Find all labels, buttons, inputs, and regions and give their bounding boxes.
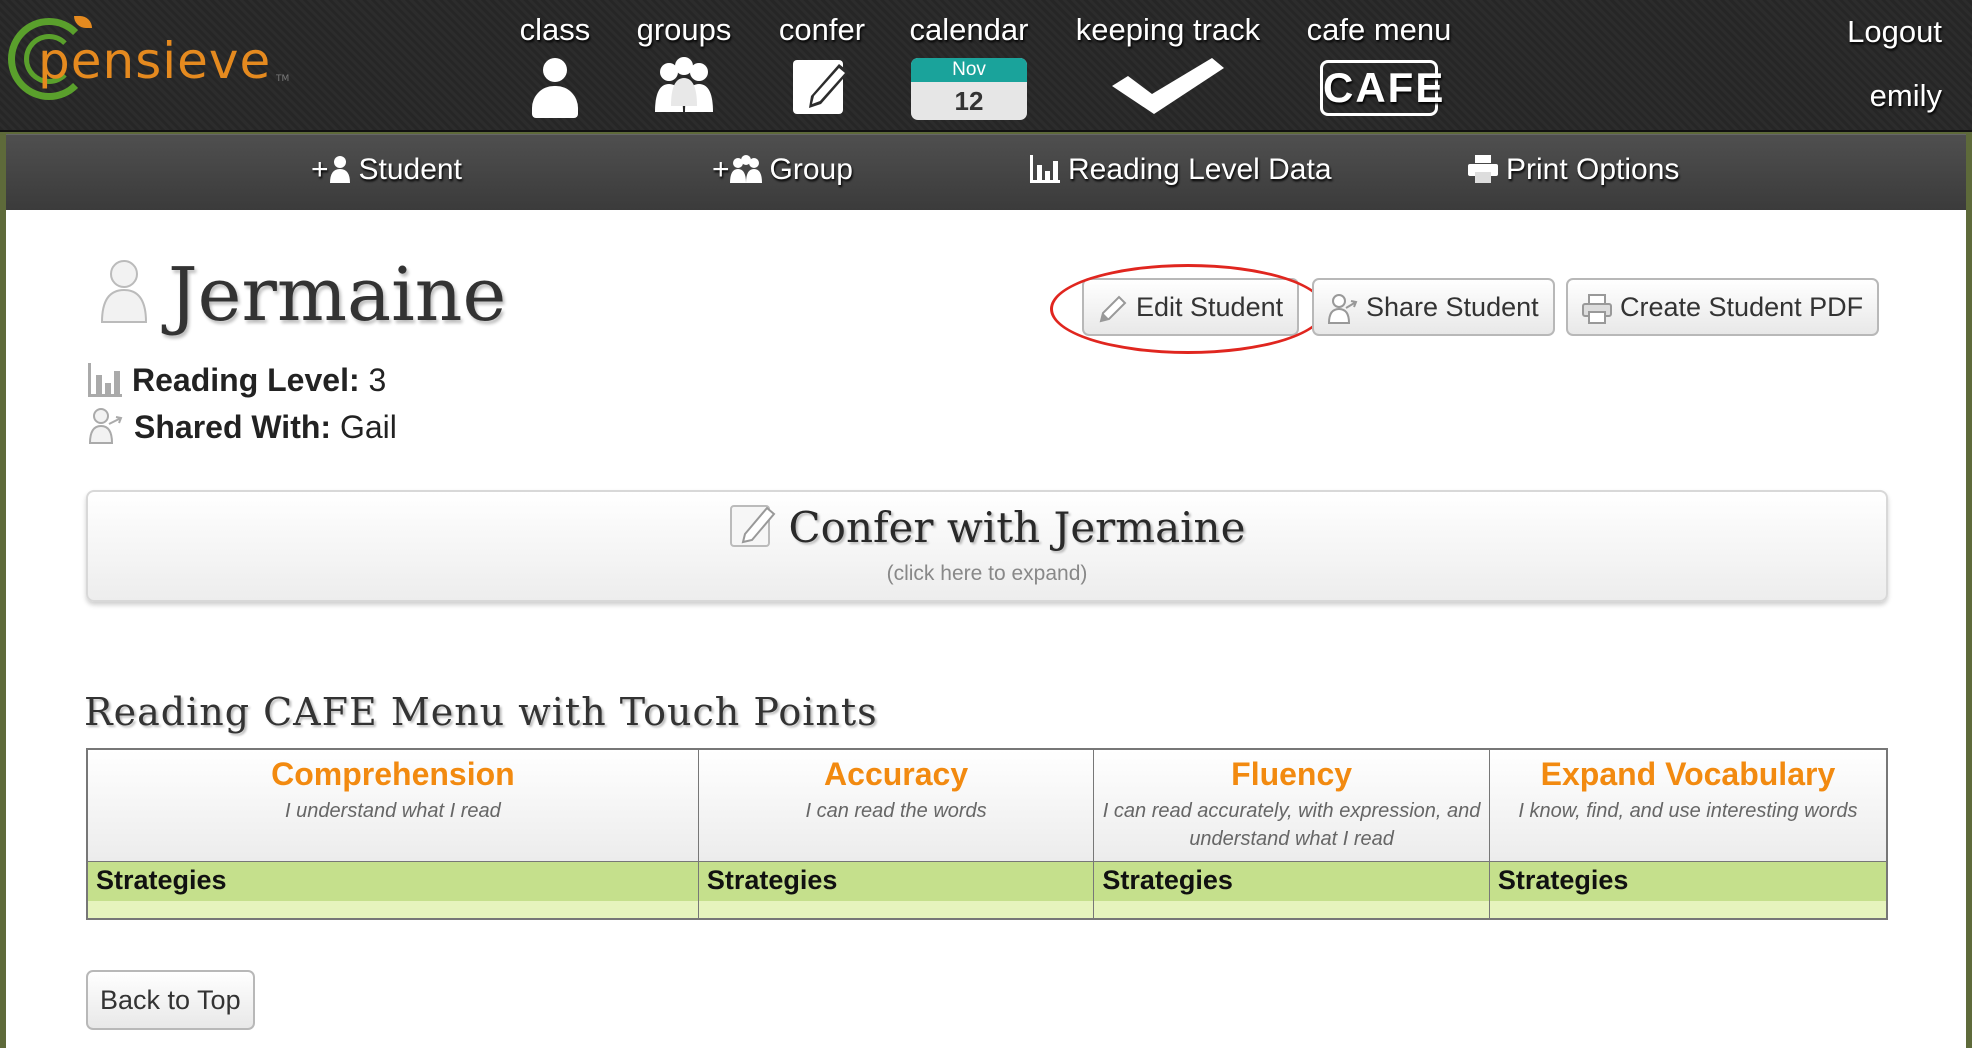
share-student-button[interactable]: Share Student xyxy=(1312,278,1555,336)
notepad-pencil-icon xyxy=(729,505,775,547)
cafe-category-subtitle: I can read the words xyxy=(805,800,987,822)
confer-title-text: Confer with Jermaine xyxy=(788,503,1246,552)
pensieve-logo[interactable]: pensieve TM xyxy=(8,14,298,110)
nav-groups-label: groups xyxy=(636,12,732,47)
shared-with-label: Shared With: xyxy=(134,409,332,445)
cafe-menu-table: Comprehension I understand what I read A… xyxy=(86,748,1888,920)
shared-with-value: Gail xyxy=(339,409,397,445)
cafe-category-subtitle: I know, find, and use interesting words xyxy=(1518,800,1858,822)
cafe-column-fluency[interactable]: Fluency I can read accurately, with expr… xyxy=(1093,748,1490,862)
calendar-icon: Nov 12 xyxy=(911,58,1027,120)
add-group-link[interactable]: + Group xyxy=(712,153,853,187)
add-student-label: Student xyxy=(358,153,462,186)
edit-student-button[interactable]: Edit Student xyxy=(1082,278,1300,336)
group-icon xyxy=(729,155,762,183)
plus-label: + xyxy=(712,153,730,186)
nav-cafe-menu-label: cafe menu xyxy=(1306,12,1452,47)
strategies-header: Strategies xyxy=(86,860,699,901)
print-options-label: Print Options xyxy=(1506,153,1680,186)
main-content: Jermaine Edit Student Share Student Crea… xyxy=(6,210,1966,1048)
logo-text: pensieve xyxy=(38,32,272,90)
confer-expand-hint: (click here to expand) xyxy=(886,562,1088,585)
logo-trademark: TM xyxy=(276,74,290,84)
nav-cafe-menu[interactable]: cafe menu CAFE xyxy=(1300,10,1458,116)
strategies-header: Strategies xyxy=(1488,860,1888,901)
cafe-icon: CAFE xyxy=(1320,60,1443,116)
back-to-top-button[interactable]: Back to Top xyxy=(86,970,255,1030)
strategies-list xyxy=(697,901,1095,920)
student-name-heading: Jermaine xyxy=(168,252,507,338)
cafe-category-title: Expand Vocabulary xyxy=(1540,756,1836,792)
cafe-category-subtitle: I can read accurately, with expression, … xyxy=(1102,800,1481,850)
share-student-label: Share Student xyxy=(1366,292,1539,322)
reading-level-data-label: Reading Level Data xyxy=(1068,153,1332,186)
current-user: emily xyxy=(1869,78,1942,113)
cafe-section-title: Reading CAFE Menu with Touch Points xyxy=(84,690,878,734)
nav-confer[interactable]: confer xyxy=(770,10,874,116)
cafe-column-comprehension[interactable]: Comprehension I understand what I read xyxy=(86,748,699,862)
notepad-pencil-icon xyxy=(793,60,849,114)
group-icon xyxy=(655,57,713,112)
add-student-link[interactable]: + Student xyxy=(311,153,462,187)
bar-chart-icon xyxy=(1030,155,1060,183)
edit-student-label: Edit Student xyxy=(1136,292,1284,322)
leaf-icon xyxy=(74,16,92,28)
confer-expand-panel[interactable]: Confer with Jermaine (click here to expa… xyxy=(86,490,1888,602)
create-student-pdf-button[interactable]: Create Student PDF xyxy=(1566,278,1880,336)
cafe-column-accuracy[interactable]: Accuracy I can read the words xyxy=(697,748,1095,862)
share-person-icon xyxy=(88,408,123,444)
printer-icon xyxy=(1468,155,1498,183)
plus-label: + xyxy=(311,153,329,186)
nav-confer-label: confer xyxy=(778,12,866,47)
reading-level-data-link[interactable]: Reading Level Data xyxy=(1030,153,1332,187)
confer-title: Confer with Jermaine xyxy=(88,502,1886,552)
print-options-link[interactable]: Print Options xyxy=(1468,153,1679,187)
nav-keeping-track[interactable]: keeping track xyxy=(1070,10,1266,116)
person-icon xyxy=(512,58,598,118)
strategies-header: Strategies xyxy=(697,860,1095,901)
cafe-badge-text: CAFE xyxy=(1323,64,1446,111)
nav-calendar[interactable]: calendar Nov 12 xyxy=(902,10,1036,120)
strategies-header: Strategies xyxy=(1093,860,1490,901)
person-icon xyxy=(329,156,350,183)
create-student-pdf-label: Create Student PDF xyxy=(1620,292,1864,322)
nav-class[interactable]: class xyxy=(512,10,598,118)
student-avatar-icon xyxy=(100,260,148,323)
checkmark-icon xyxy=(1112,58,1224,114)
cafe-category-title: Comprehension xyxy=(271,756,515,792)
share-person-icon xyxy=(1327,294,1358,324)
cafe-category-title: Accuracy xyxy=(824,756,969,792)
shared-with-row: Shared With: Gail xyxy=(88,406,397,446)
cafe-column-expand-vocabulary[interactable]: Expand Vocabulary I know, find, and use … xyxy=(1488,748,1888,862)
printer-icon xyxy=(1582,294,1612,324)
cafe-category-subtitle: I understand what I read xyxy=(285,800,501,822)
nav-calendar-label: calendar xyxy=(909,12,1029,47)
top-nav-bar: pensieve TM class groups confer calendar xyxy=(0,0,1972,132)
nav-keeping-track-label: keeping track xyxy=(1075,12,1261,47)
bar-chart-icon xyxy=(88,363,122,397)
reading-level-label: Reading Level: xyxy=(132,362,360,398)
reading-level-row: Reading Level: 3 xyxy=(88,362,386,399)
nav-groups[interactable]: groups xyxy=(628,10,740,114)
strategies-list xyxy=(1488,901,1888,920)
strategies-list xyxy=(86,901,699,920)
add-group-label: Group xyxy=(769,153,853,186)
sub-nav-bar: + Student + Group Reading Level Data Pri… xyxy=(6,134,1966,210)
calendar-month: Nov xyxy=(911,58,1027,82)
reading-level-value: 3 xyxy=(368,362,387,398)
calendar-day: 12 xyxy=(954,86,984,116)
logout-link[interactable]: Logout xyxy=(1847,14,1942,50)
pencil-icon xyxy=(1099,295,1127,323)
strategies-list xyxy=(1093,901,1490,920)
nav-class-label: class xyxy=(519,12,591,47)
cafe-category-title: Fluency xyxy=(1231,756,1353,792)
